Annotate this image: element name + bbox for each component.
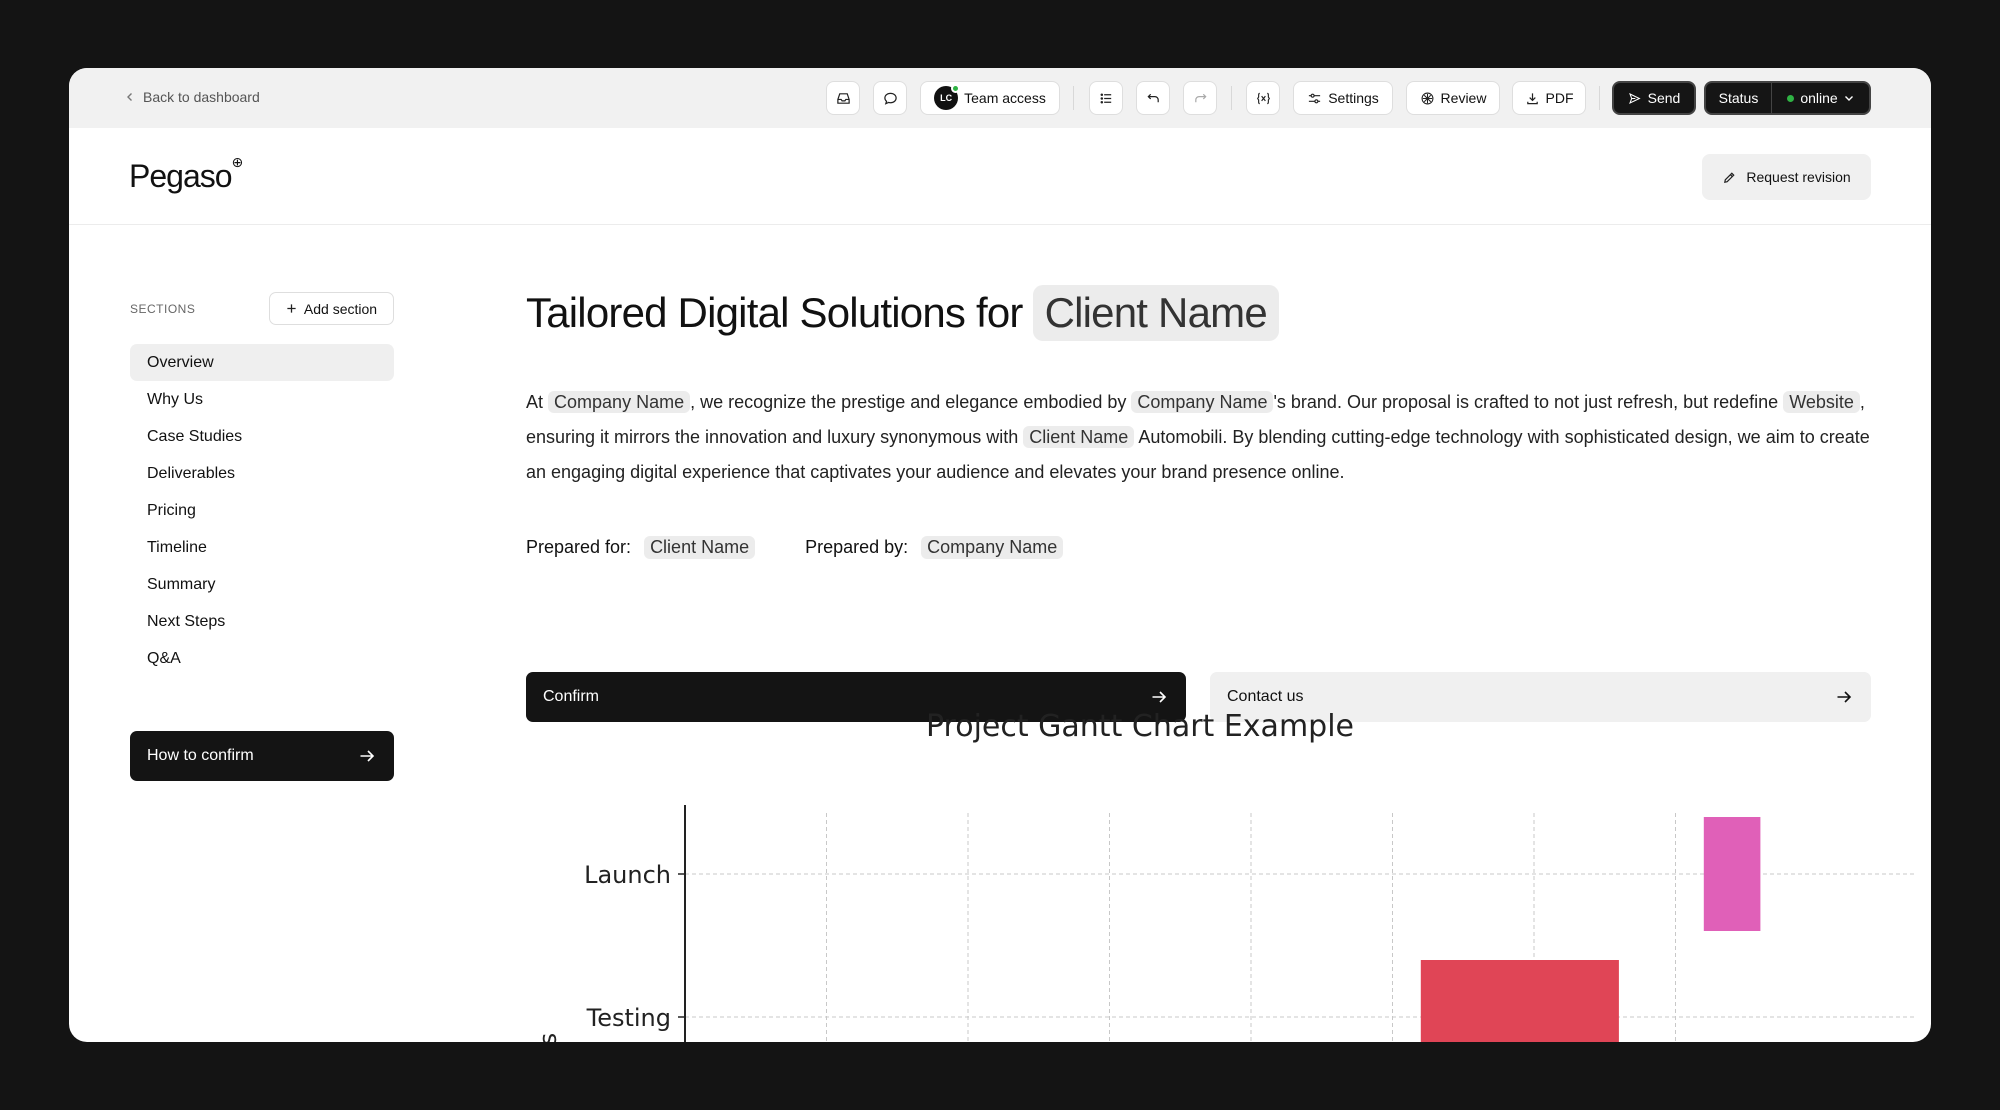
sidebar-item-summary[interactable]: Summary bbox=[130, 566, 394, 603]
gantt-chart-svg: Launch Testing Tasks bbox=[534, 805, 1916, 1042]
settings-button[interactable]: Settings bbox=[1293, 81, 1393, 115]
sections-nav: Overview Why Us Case Studies Deliverable… bbox=[130, 344, 394, 677]
review-label: Review bbox=[1440, 90, 1487, 106]
plus-icon bbox=[287, 304, 296, 313]
redo-button[interactable] bbox=[1183, 81, 1217, 115]
pdf-label: PDF bbox=[1545, 90, 1574, 106]
prepared-by-label: Prepared by: bbox=[805, 536, 909, 557]
status-label: Status bbox=[1706, 83, 1772, 113]
chat-bubble-icon bbox=[883, 92, 897, 105]
download-icon bbox=[1526, 92, 1538, 104]
chart-bar-testing bbox=[1420, 960, 1619, 1042]
para-text: At bbox=[526, 392, 544, 412]
send-label: Send bbox=[1647, 90, 1681, 106]
arrow-right-icon bbox=[358, 747, 376, 765]
sidebar-item-case-studies[interactable]: Case Studies bbox=[130, 418, 394, 455]
back-label: Back to dashboard bbox=[143, 89, 260, 105]
variables-icon bbox=[1256, 92, 1270, 104]
page-title: Tailored Digital Solutions for Client Na… bbox=[526, 283, 1871, 343]
sidebar-item-deliverables[interactable]: Deliverables bbox=[130, 455, 394, 492]
list-icon bbox=[1100, 92, 1111, 104]
how-to-confirm-label: How to confirm bbox=[147, 747, 254, 764]
chevron-left-icon bbox=[127, 93, 132, 101]
sliders-icon bbox=[1309, 93, 1321, 103]
send-button[interactable]: Send bbox=[1612, 81, 1696, 115]
pdf-button[interactable]: PDF bbox=[1512, 81, 1586, 115]
client-name-placeholder[interactable]: Client Name bbox=[1023, 426, 1135, 448]
settings-label: Settings bbox=[1328, 90, 1379, 106]
request-revision-button[interactable]: Request revision bbox=[1702, 154, 1871, 200]
para-text: , we recognize the prestige and elegance… bbox=[690, 392, 1127, 412]
company-name-placeholder[interactable]: Company Name bbox=[1131, 391, 1274, 413]
top-toolbar: Back to dashboard LC Team access Setting… bbox=[69, 68, 1931, 128]
team-access-label: Team access bbox=[964, 90, 1046, 106]
online-status-dot-icon bbox=[1787, 94, 1795, 102]
prepared-for-value[interactable]: Client Name bbox=[644, 535, 756, 559]
prepared-for-label: Prepared for: bbox=[526, 536, 632, 557]
team-access-button[interactable]: LC Team access bbox=[920, 81, 1060, 115]
comments-button[interactable] bbox=[873, 81, 907, 115]
para-text: 's brand. Our proposal is crafted to not… bbox=[1273, 392, 1779, 412]
ai-sparkle-icon bbox=[1421, 92, 1434, 104]
app-window: Back to dashboard LC Team access Setting… bbox=[69, 68, 1931, 1042]
sidebar-item-overview[interactable]: Overview bbox=[130, 344, 394, 381]
inbox-icon bbox=[836, 92, 850, 104]
sidebar-item-timeline[interactable]: Timeline bbox=[130, 529, 394, 566]
review-button[interactable]: Review bbox=[1406, 81, 1500, 115]
prepared-row: Prepared for: Client Name Prepared by: C… bbox=[526, 532, 1871, 562]
prepared-by-value[interactable]: Company Name bbox=[921, 535, 1064, 559]
avatar: LC bbox=[934, 84, 961, 110]
logo-text: Pegaso bbox=[129, 158, 233, 194]
avatar-initials: LC bbox=[940, 93, 953, 103]
undo-icon bbox=[1146, 93, 1159, 102]
online-dot-icon bbox=[951, 84, 961, 93]
status-value-text: online bbox=[1800, 90, 1838, 106]
website-placeholder[interactable]: Website bbox=[1783, 391, 1860, 413]
variables-button[interactable] bbox=[1246, 81, 1280, 115]
add-section-button[interactable]: Add section bbox=[269, 292, 394, 325]
toolbar-divider bbox=[1231, 86, 1232, 110]
add-section-label: Add section bbox=[303, 300, 378, 317]
list-button[interactable] bbox=[1089, 81, 1123, 115]
toolbar-divider bbox=[1599, 86, 1600, 110]
status-value[interactable]: online bbox=[1772, 90, 1869, 106]
client-name-placeholder[interactable]: Client Name bbox=[1032, 285, 1279, 341]
redo-icon bbox=[1194, 93, 1207, 102]
sidebar-item-pricing[interactable]: Pricing bbox=[130, 492, 394, 529]
intro-paragraph: At Company Name, we recognize the presti… bbox=[526, 385, 1871, 490]
document-header: Pegaso⊕ Request revision bbox=[69, 128, 1931, 225]
back-to-dashboard-link[interactable]: Back to dashboard bbox=[125, 87, 260, 107]
undo-button[interactable] bbox=[1136, 81, 1170, 115]
gantt-chart: Project Gantt Chart Example Launch Testin… bbox=[526, 695, 1926, 1042]
status-dropdown[interactable]: Status online bbox=[1704, 81, 1871, 115]
chart-bar-launch bbox=[1703, 817, 1761, 931]
chart-y-tick-label: Testing bbox=[586, 1004, 671, 1032]
send-icon bbox=[1628, 92, 1641, 104]
inbox-button[interactable] bbox=[826, 81, 860, 115]
sidebar-item-why-us[interactable]: Why Us bbox=[130, 381, 394, 418]
chart-y-axis-label: Tasks bbox=[534, 1033, 562, 1042]
title-text: Tailored Digital Solutions for bbox=[526, 289, 1023, 336]
chevron-down-icon bbox=[1844, 96, 1853, 101]
sidebar-item-next-steps[interactable]: Next Steps bbox=[130, 603, 394, 640]
request-revision-label: Request revision bbox=[1746, 169, 1851, 185]
sections-heading: SECTIONS bbox=[130, 302, 196, 316]
sidebar-item-qa[interactable]: Q&A bbox=[130, 640, 394, 677]
company-name-placeholder[interactable]: Company Name bbox=[548, 391, 691, 413]
how-to-confirm-button[interactable]: How to confirm bbox=[130, 731, 394, 781]
pencil-icon bbox=[1724, 171, 1735, 183]
toolbar-divider bbox=[1073, 86, 1074, 110]
logo-mark: ⊕ bbox=[231, 154, 244, 171]
logo: Pegaso⊕ bbox=[129, 154, 243, 195]
main-content: Tailored Digital Solutions for Client Na… bbox=[526, 283, 1871, 722]
chart-y-tick-label: Launch bbox=[584, 861, 671, 889]
